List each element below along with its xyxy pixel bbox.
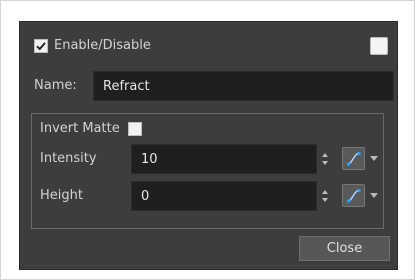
invert-matte-row: Invert Matte	[40, 121, 142, 136]
color-swatch[interactable]	[370, 37, 388, 55]
enable-disable-checkbox[interactable]	[34, 38, 48, 53]
height-label: Height	[40, 188, 83, 203]
function-curve-icon	[347, 152, 361, 166]
intensity-chevron-down-icon[interactable]	[370, 156, 378, 161]
height-spinner-icon[interactable]	[321, 190, 329, 202]
intensity-spinner-icon[interactable]	[321, 153, 329, 165]
height-chevron-down-icon[interactable]	[370, 193, 378, 198]
name-label: Name:	[34, 78, 77, 93]
function-curve-icon	[347, 189, 361, 203]
height-field[interactable]: 0	[131, 181, 317, 211]
parameters-group: Invert Matte Intensity 10 Height 0	[31, 113, 384, 229]
screenshot-frame: Enable/Disable Name: Refract Invert Matt…	[0, 0, 415, 280]
checkmark-icon	[36, 41, 46, 50]
effect-properties-dialog: Enable/Disable Name: Refract Invert Matt…	[19, 21, 398, 270]
intensity-function-button[interactable]	[342, 147, 365, 170]
enable-disable-row: Enable/Disable	[34, 38, 151, 53]
invert-matte-label: Invert Matte	[40, 121, 120, 136]
intensity-label: Intensity	[40, 151, 97, 166]
close-button[interactable]: Close	[299, 236, 390, 261]
name-field[interactable]: Refract	[93, 71, 394, 101]
enable-disable-label: Enable/Disable	[54, 38, 151, 53]
intensity-field[interactable]: 10	[131, 144, 317, 174]
invert-matte-checkbox[interactable]	[127, 121, 142, 136]
height-function-button[interactable]	[342, 184, 365, 207]
